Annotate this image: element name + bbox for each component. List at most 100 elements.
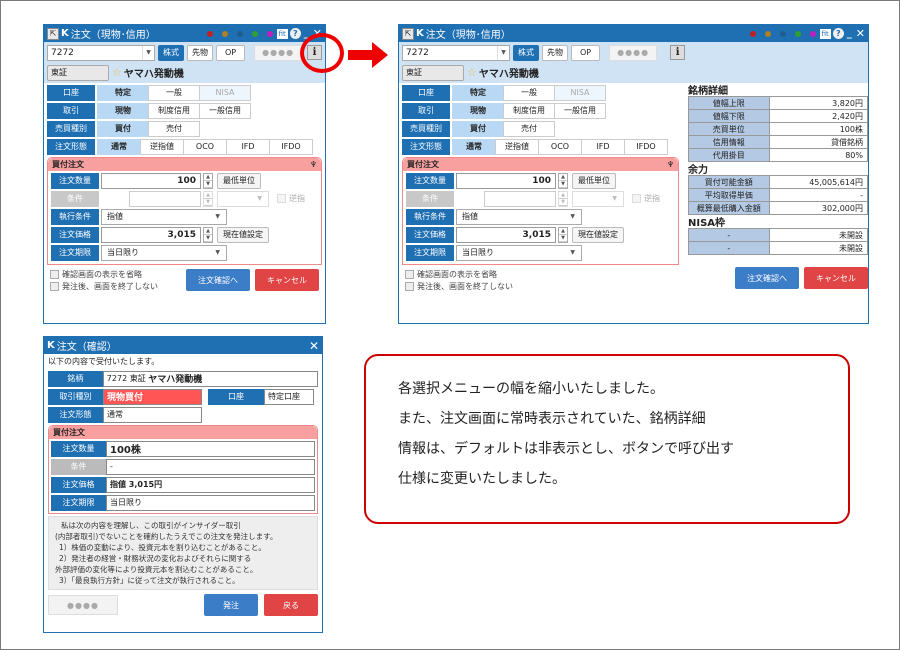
fit-icon[interactable]: fit — [819, 28, 831, 39]
order-type-oco[interactable]: OCO — [538, 138, 582, 155]
lightbulb-icon[interactable]: ♆ — [310, 160, 317, 169]
confirm-order-button[interactable]: 注文確認へ — [186, 269, 250, 291]
color-dot-blue[interactable] — [236, 30, 243, 37]
confirm-order-button[interactable]: 注文確認へ — [735, 267, 799, 289]
password-input[interactable]: ●●●● — [254, 44, 303, 61]
expiry-label: 注文期限 — [51, 494, 106, 511]
stop-checkbox[interactable] — [277, 194, 286, 203]
trade-option-cash[interactable]: 現物 — [97, 102, 149, 119]
account-option-tokutei[interactable]: 特定 — [97, 84, 149, 101]
market-select[interactable]: 東証 — [402, 64, 464, 81]
condition-select[interactable]: ▼ — [217, 190, 269, 207]
exec-select[interactable]: 指値 ▼ — [101, 208, 227, 225]
trade-option-system-margin[interactable]: 制度信用 — [503, 102, 555, 119]
tab-futures[interactable]: 先物 — [187, 44, 213, 61]
order-type-ifd[interactable]: IFD — [581, 138, 625, 155]
close-icon[interactable]: ✕ — [309, 339, 319, 353]
keep-open-checkbox[interactable] — [50, 281, 59, 291]
tab-options[interactable]: OP — [571, 44, 601, 61]
tab-futures[interactable]: 先物 — [542, 44, 568, 61]
order-type-ifd[interactable]: IFD — [226, 138, 270, 155]
quantity-input[interactable]: 100 — [456, 172, 556, 189]
help-icon[interactable]: ? — [289, 28, 301, 39]
side-option-buy[interactable]: 買付 — [452, 120, 504, 137]
cancel-button[interactable]: キャンセル — [255, 269, 319, 291]
keep-open-checkbox[interactable] — [405, 281, 414, 291]
trade-option-cash[interactable]: 現物 — [452, 102, 504, 119]
color-dot-green[interactable] — [251, 30, 258, 37]
color-dot-blue[interactable] — [779, 30, 786, 37]
lightbulb-icon[interactable]: ♆ — [667, 160, 674, 169]
min-unit-button[interactable]: 最低単位 — [217, 172, 261, 189]
back-button[interactable]: 戻る — [264, 594, 318, 616]
order-type-stop[interactable]: 逆指値 — [495, 138, 539, 155]
info-button[interactable]: i — [670, 45, 686, 60]
current-price-button[interactable]: 現在値設定 — [217, 226, 269, 243]
cancel-button[interactable]: キャンセル — [804, 267, 868, 289]
expiry-select[interactable]: 当日限り ▼ — [101, 244, 227, 261]
price-stepper[interactable]: ▲ ▼ — [203, 226, 213, 243]
side-option-sell[interactable]: 売付 — [503, 120, 555, 137]
color-dot-red[interactable] — [206, 30, 213, 37]
tab-stock[interactable]: 株式 — [158, 44, 184, 61]
symbol-input[interactable]: 7272 ▼ — [402, 44, 510, 61]
color-dot-green[interactable] — [794, 30, 801, 37]
color-dot-orange[interactable] — [764, 30, 771, 37]
account-option-ippan[interactable]: 一般 — [503, 84, 555, 101]
condition-input[interactable] — [129, 190, 201, 207]
password-input[interactable]: ●●●● — [609, 44, 658, 61]
symbol-input[interactable]: 7272 ▼ — [47, 44, 155, 61]
trade-option-general-margin[interactable]: 一般信用 — [199, 102, 251, 119]
account-option-ippan[interactable]: 一般 — [148, 84, 200, 101]
color-dot-red[interactable] — [749, 30, 756, 37]
price-input[interactable]: 3,015 — [101, 226, 201, 243]
minimize-icon[interactable]: _ — [847, 28, 852, 39]
color-dot-orange[interactable] — [221, 30, 228, 37]
color-dot-purple[interactable] — [266, 30, 273, 37]
current-price-button[interactable]: 現在値設定 — [572, 226, 624, 243]
help-icon[interactable]: ? — [832, 28, 844, 39]
trade-option-system-margin[interactable]: 制度信用 — [148, 102, 200, 119]
order-type-stop[interactable]: 逆指値 — [140, 138, 184, 155]
condition-stepper[interactable]: ▲ ▼ — [558, 190, 568, 207]
submit-order-button[interactable]: 発注 — [204, 594, 258, 616]
order-type-normal[interactable]: 通常 — [452, 138, 496, 155]
order-type-normal[interactable]: 通常 — [97, 138, 141, 155]
password-input[interactable]: ●●●● — [48, 595, 118, 615]
order-type-oco[interactable]: OCO — [183, 138, 227, 155]
chevron-down-icon[interactable]: ▼ — [142, 45, 154, 60]
color-dot-purple[interactable] — [809, 30, 816, 37]
quantity-input[interactable]: 100 — [101, 172, 201, 189]
tab-stock[interactable]: 株式 — [513, 44, 539, 61]
stop-checkbox[interactable] — [632, 194, 641, 203]
skip-confirm-checkbox[interactable] — [405, 269, 414, 279]
price-stepper[interactable]: ▲ ▼ — [558, 226, 568, 243]
order-type-ifdo[interactable]: IFDO — [624, 138, 668, 155]
favorite-star-icon[interactable]: ☆ — [112, 66, 122, 79]
condition-stepper[interactable]: ▲ ▼ — [203, 190, 213, 207]
side-option-buy[interactable]: 買付 — [97, 120, 149, 137]
trade-option-general-margin[interactable]: 一般信用 — [554, 102, 606, 119]
order-type-ifdo[interactable]: IFDO — [269, 138, 313, 155]
skip-confirm-checkbox[interactable] — [50, 269, 59, 279]
quantity-stepper[interactable]: ▲ ▼ — [558, 172, 568, 189]
side-option-sell[interactable]: 売付 — [148, 120, 200, 137]
account-option-tokutei[interactable]: 特定 — [452, 84, 504, 101]
pin-icon[interactable]: ⇱ — [402, 27, 414, 40]
condition-select[interactable]: ▼ — [572, 190, 624, 207]
market-select[interactable]: 東証 — [47, 64, 109, 81]
close-icon[interactable]: ✕ — [856, 27, 865, 40]
exec-select[interactable]: 指値 ▼ — [456, 208, 582, 225]
price-input[interactable]: 3,015 — [456, 226, 556, 243]
min-unit-button[interactable]: 最低単位 — [572, 172, 616, 189]
condition-input[interactable] — [484, 190, 556, 207]
chevron-down-icon[interactable]: ▼ — [497, 45, 509, 60]
tab-options[interactable]: OP — [216, 44, 246, 61]
fit-icon[interactable]: fit — [276, 28, 288, 39]
account-option-nisa[interactable]: NISA — [199, 84, 251, 101]
pin-icon[interactable]: ⇱ — [47, 27, 59, 40]
expiry-select[interactable]: 当日限り ▼ — [456, 244, 582, 261]
favorite-star-icon[interactable]: ☆ — [467, 66, 477, 79]
account-option-nisa[interactable]: NISA — [554, 84, 606, 101]
quantity-stepper[interactable]: ▲ ▼ — [203, 172, 213, 189]
